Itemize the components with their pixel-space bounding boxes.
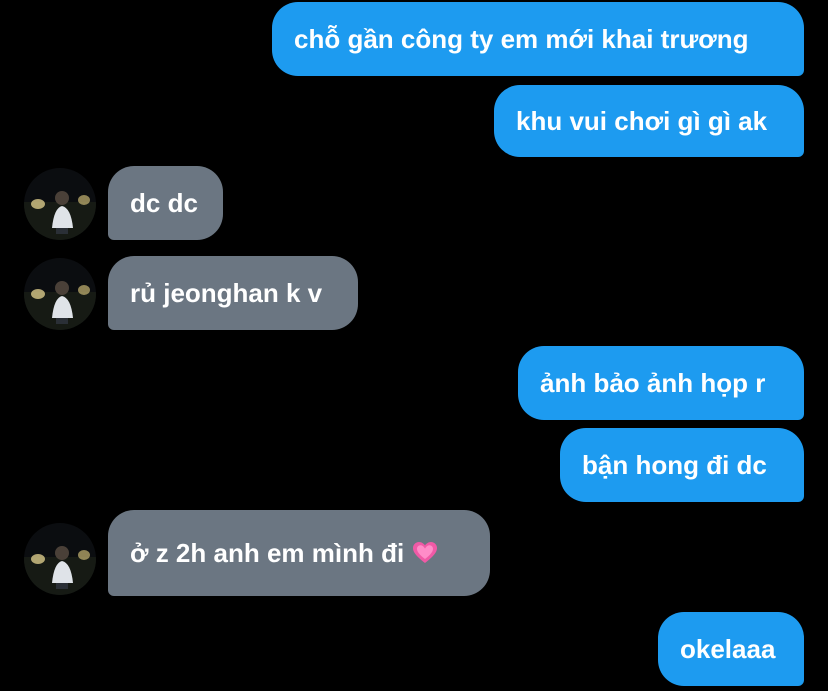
message-bubble-received[interactable]: dc dc (108, 166, 223, 240)
message-text: ở z 2h anh em mình đi (130, 538, 405, 568)
message-bubble-sent[interactable]: chỗ gần công ty em mới khai trương (272, 2, 804, 76)
message-text: khu vui chơi gì gì ak (516, 106, 768, 136)
pink-heart-icon (413, 542, 438, 563)
message-text: ảnh bảo ảnh họp r (540, 368, 766, 398)
message-bubble-sent[interactable]: khu vui chơi gì gì ak (494, 85, 804, 157)
avatar-photo-icon (24, 258, 96, 330)
chat-thread: chỗ gần công ty em mới khai trương khu v… (0, 0, 828, 691)
message-bubble-received[interactable]: ở z 2h anh em mình đi (108, 510, 490, 596)
message-text: dc dc (130, 188, 198, 218)
message-bubble-received[interactable]: rủ jeonghan k v (108, 256, 358, 330)
user-avatar[interactable] (24, 258, 96, 330)
avatar-photo-icon (24, 168, 96, 240)
message-text: rủ jeonghan k v (130, 278, 323, 308)
message-text: chỗ gần công ty em mới khai trương (294, 24, 749, 54)
user-avatar[interactable] (24, 523, 96, 595)
message-bubble-sent[interactable]: okelaaa (658, 612, 804, 686)
user-avatar[interactable] (24, 168, 96, 240)
message-bubble-sent[interactable]: bận hong đi dc (560, 428, 804, 502)
message-text: okelaaa (680, 634, 776, 664)
message-bubble-sent[interactable]: ảnh bảo ảnh họp r (518, 346, 804, 420)
avatar-photo-icon (24, 523, 96, 595)
message-text: bận hong đi dc (582, 450, 767, 480)
